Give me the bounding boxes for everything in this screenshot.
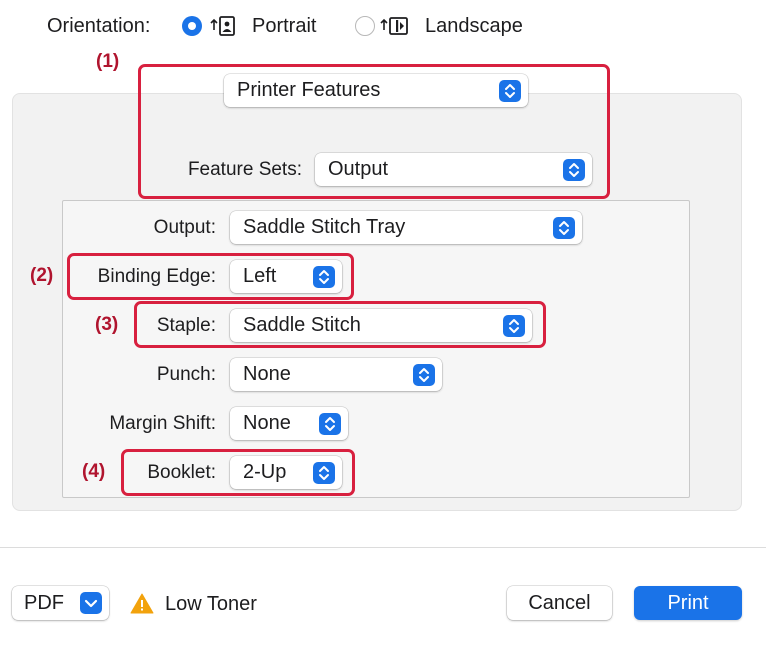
orientation-label: Orientation: [47,15,151,37]
callout-number-2: (2) [30,265,54,286]
margin-shift-popup[interactable]: None [230,407,348,440]
cancel-button-label: Cancel [528,592,591,614]
landscape-radio[interactable] [355,16,375,36]
pdf-button-label: PDF [24,592,64,614]
output-value: Saddle Stitch Tray [243,216,406,238]
output-popup[interactable]: Saddle Stitch Tray [230,211,582,244]
callout-number-4: (4) [82,461,106,482]
punch-popup[interactable]: None [230,358,442,391]
punch-label: Punch: [156,364,216,385]
portrait-radio[interactable] [182,16,202,36]
callout-box-2 [67,253,354,300]
landscape-orientation-icon [379,14,408,38]
status-text: Low Toner [165,593,257,615]
margin-shift-label: Margin Shift: [109,413,216,434]
chevron-updown-icon [319,413,341,435]
landscape-label[interactable]: Landscape [425,13,523,39]
margin-shift-value: None [243,412,291,434]
warning-icon [130,592,154,614]
print-button[interactable]: Print [634,586,742,620]
callout-box-3 [134,301,546,348]
footer-separator [0,547,766,548]
print-button-label: Print [667,592,709,614]
callout-number-3: (3) [95,314,119,335]
chevron-down-icon [80,592,102,614]
punch-value: None [243,363,291,385]
pdf-menu-button[interactable]: PDF [12,586,109,620]
portrait-label[interactable]: Portrait [252,13,316,39]
portrait-orientation-icon [209,14,237,38]
output-label: Output: [153,217,216,238]
cancel-button[interactable]: Cancel [507,586,612,620]
callout-number-1: (1) [96,51,120,72]
chevron-updown-icon [553,217,575,239]
callout-box-1 [138,64,610,199]
callout-box-4 [121,449,355,496]
chevron-updown-icon [413,364,435,386]
